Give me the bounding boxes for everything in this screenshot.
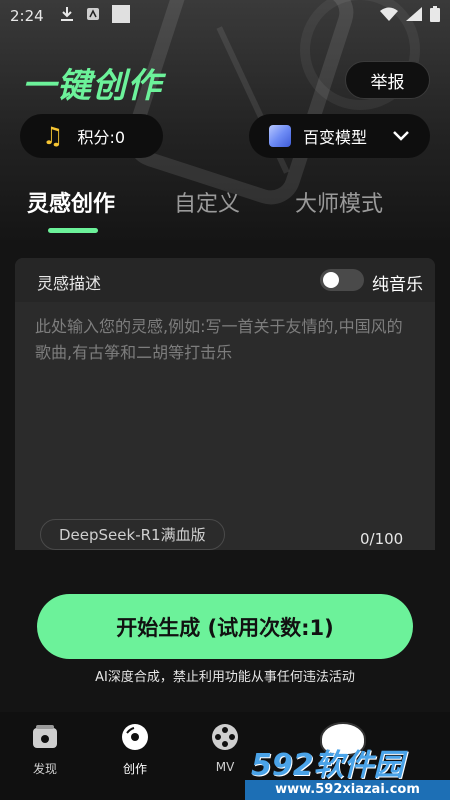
start-generate-button[interactable]: 开始生成 (试用次数:1) xyxy=(37,594,413,659)
pure-music-toggle[interactable] xyxy=(320,269,364,291)
nav-label-create: 创作 xyxy=(122,762,147,776)
char-counter: 0/100 xyxy=(360,530,404,548)
wifi-icon xyxy=(380,7,398,25)
chevron-down-icon xyxy=(392,127,410,146)
pure-music-label: 纯音乐 xyxy=(372,275,423,295)
status-indicators xyxy=(380,6,440,26)
signal-icon xyxy=(406,7,422,25)
model-selector-label: 百变模型 xyxy=(303,128,368,147)
download-icon xyxy=(60,6,74,26)
points-label: 积分:0 xyxy=(77,128,126,147)
tab-custom[interactable]: 自定义 xyxy=(174,186,240,218)
discover-icon xyxy=(30,722,60,752)
battery-icon xyxy=(430,6,440,26)
inspiration-label: 灵感描述 xyxy=(37,274,102,293)
inspiration-input[interactable] xyxy=(35,314,415,494)
app-notification-icon xyxy=(86,7,100,25)
llm-model-tag[interactable]: DeepSeek-R1满血版 xyxy=(40,519,225,550)
music-note-icon: ♫ xyxy=(42,122,64,150)
cube-icon xyxy=(269,125,291,147)
nav-item-discover[interactable]: 发现 xyxy=(15,722,75,777)
status-time: 2:24 xyxy=(10,7,44,25)
tab-inspiration[interactable]: 灵感创作 xyxy=(27,186,115,218)
page-title: 一键创作 xyxy=(22,66,162,106)
nav-item-create[interactable]: 创作 xyxy=(105,722,165,777)
inspiration-card-header: 灵感描述 纯音乐 xyxy=(15,258,435,302)
watermark: 592软件园 www.592xiazai.com xyxy=(245,722,450,800)
square-notification-icon xyxy=(111,5,130,27)
tab-master[interactable]: 大师模式 xyxy=(295,186,383,218)
model-selector[interactable]: 百变模型 xyxy=(249,114,430,158)
report-button[interactable]: 举报 xyxy=(345,61,430,99)
watermark-title: 592软件园 xyxy=(251,748,404,783)
create-disc-icon xyxy=(120,722,150,752)
film-reel-icon xyxy=(210,722,240,752)
nav-label-discover: 发现 xyxy=(32,762,57,776)
mode-tabs: 灵感创作 自定义 大师模式 xyxy=(0,180,450,240)
disclaimer-text: AI深度合成，禁止利用功能从事任何违法活动 xyxy=(95,670,355,685)
watermark-url: www.592xiazai.com xyxy=(245,780,450,800)
status-bar: 2:24 xyxy=(0,0,450,32)
toggle-knob xyxy=(323,272,339,288)
points-pill[interactable]: ♫ 积分:0 xyxy=(20,114,163,158)
inspiration-card: 灵感描述 纯音乐 DeepSeek-R1满血版 0/100 xyxy=(15,258,435,550)
tab-indicator xyxy=(48,228,98,233)
